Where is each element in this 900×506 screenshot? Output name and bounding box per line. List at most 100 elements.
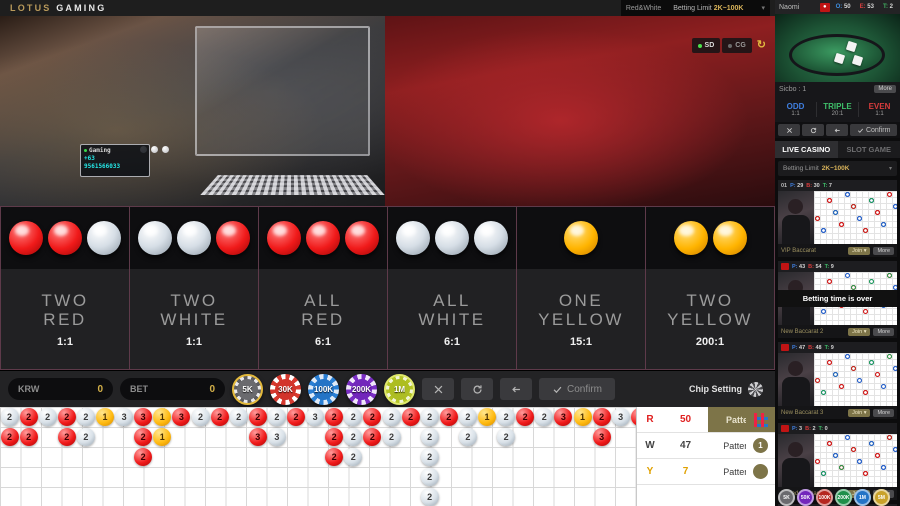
pattern-grid-icon [753, 412, 768, 427]
clear-bet-button[interactable] [422, 378, 454, 400]
chip-setting-label: Chip Setting [689, 384, 742, 394]
table-card-header: P: 47 B: 48 T: 9 [778, 342, 897, 353]
chip-100k[interactable]: 100K [308, 373, 339, 405]
live-table-card[interactable]: P: 47 B: 48 T: 9 New Baccarat 3 Join ▾ More [778, 342, 897, 419]
bead-white: 2 [458, 428, 477, 446]
stat-row-y: Y7 [637, 459, 708, 485]
chip-value-label: 1M [389, 378, 410, 400]
tab-live-casino[interactable]: LIVE CASINO [775, 141, 838, 158]
undo-bet-button[interactable] [500, 378, 532, 400]
sicbo-odds-row: ODD 1:1 TRIPLE 20:1 EVEN 1:1 [775, 96, 900, 122]
chip-5k[interactable]: 5K [232, 373, 263, 405]
bead-yellow: 1 [573, 408, 592, 426]
bet-name: ALL WHITE [418, 290, 486, 329]
sicbo-bet-even[interactable]: EVEN 1:1 [859, 102, 900, 117]
road-dot [820, 389, 826, 395]
bead-red: 2 [57, 408, 76, 426]
side-repeat-button[interactable] [802, 124, 825, 136]
bet-label-block: ALL RED 6:1 [259, 269, 387, 369]
road-dot [850, 203, 856, 209]
sidebar-betting-limit-select[interactable]: Betting Limit 2K~100K ▾ [778, 161, 897, 176]
road-dot [844, 353, 850, 359]
bet-option-two-yellow[interactable]: TWO YELLOW 200:1 [646, 207, 774, 369]
live-indicator-icon [781, 344, 789, 351]
table-more-button[interactable]: More [873, 246, 894, 255]
chip-toolbar: KRW 0 BET 0 5K 30K 100K 200K 1M Confirm Chip… [0, 371, 775, 407]
quality-cg-button[interactable]: CG [722, 38, 752, 53]
bead-road[interactable]: 2222222221332211322223232322222222222222… [0, 407, 649, 506]
bead-white: 2 [382, 428, 401, 446]
betting-closed-message: Betting time is over [778, 290, 897, 307]
overlay-title: Gaming [89, 147, 111, 154]
sidebar-chip-5k[interactable]: 5K [778, 489, 795, 506]
yellow-ball-icon [712, 221, 747, 255]
bet-option-two-red[interactable]: TWO RED 1:1 [1, 207, 130, 369]
sidebar-chip-5m[interactable]: 5M [873, 489, 890, 506]
table-more-button[interactable]: More [873, 327, 894, 336]
dealer-stat-o: O: 50 [835, 3, 851, 10]
join-table-button[interactable]: Join ▾ [848, 246, 871, 255]
road-dot [844, 191, 850, 197]
betting-limit-label: Betting Limit 2K~100K [673, 4, 744, 12]
dealer-thumbnail [778, 434, 814, 487]
live-video-stream[interactable]: Gaming +63 9561566033 SD CG ↻ [0, 16, 775, 206]
road-dot [820, 308, 826, 314]
join-table-button[interactable]: Join ▾ [848, 327, 871, 336]
sicbo-table-preview[interactable] [775, 14, 900, 82]
live-table-card[interactable]: P: 43 B: 54 T: 9 Betting time is over New Ba… [778, 261, 897, 338]
table-more-button[interactable]: More [873, 408, 894, 417]
sidebar-chip-200k[interactable]: 200K [835, 489, 852, 506]
chip-value-label: 200K [351, 378, 372, 400]
sidebar-chip-50k[interactable]: 50K [797, 489, 814, 506]
betting-limit-selector[interactable]: Red&White Betting Limit 2K~100K ▾ [620, 0, 770, 16]
chip-30k[interactable]: 30K [270, 373, 301, 405]
stream-refresh-icon[interactable]: ↻ [754, 40, 769, 51]
bead-red: 2 [287, 408, 305, 426]
refresh-icon [810, 127, 816, 133]
result-stats: R 50 W 47 Y 7 [636, 407, 708, 506]
stat-row-w: W 47 [637, 433, 708, 459]
sidebar-chip-1m[interactable]: 1M [854, 489, 871, 506]
pattern-mark-3 [746, 459, 775, 485]
tab-slot-game[interactable]: SLOT GAME [837, 141, 900, 158]
bead-white: 2 [420, 408, 439, 426]
side-more-button[interactable]: More [874, 85, 896, 93]
bet-option-all-red[interactable]: ALL RED 6:1 [259, 207, 388, 369]
side-game-label-row: Sicbo : 1 More [775, 82, 900, 96]
bead-red: 2 [19, 428, 38, 446]
bead-red: 3 [248, 428, 267, 446]
table-name: New Baccarat 2 [781, 328, 824, 335]
sidebar-limit-label: Betting Limit [783, 165, 819, 172]
undo-arrow-icon [511, 386, 520, 392]
road-dot [880, 383, 886, 389]
side-confirm-button[interactable]: Confirm [850, 124, 897, 136]
bet-balls [388, 207, 516, 269]
bead-yellow: 1 [478, 408, 496, 426]
road-dot [886, 353, 892, 359]
quality-sd-button[interactable]: SD [691, 38, 721, 53]
bet-option-all-white[interactable]: ALL WHITE 6:1 [388, 207, 517, 369]
red-ball-icon [306, 221, 340, 255]
close-icon [786, 127, 792, 133]
join-table-button[interactable]: Join ▾ [848, 408, 871, 417]
sidebar-chip-100k[interactable]: 100K [816, 489, 833, 506]
road-dot [892, 284, 897, 290]
sicbo-bet-odd[interactable]: ODD 1:1 [775, 101, 817, 117]
repeat-bet-button[interactable] [461, 378, 493, 400]
chip-1m[interactable]: 1M [384, 373, 415, 405]
confirm-bet-button[interactable]: Confirm [539, 378, 615, 400]
chip-setting-button[interactable]: Chip Setting [689, 381, 767, 397]
bead-white: 2 [420, 428, 439, 446]
bet-label-block: TWO RED 1:1 [1, 269, 129, 369]
table-name: New Baccarat 3 [781, 409, 824, 416]
live-table-card[interactable]: 01 P: 29 B: 30 T: 7 VIP Baccarat Join ▾ More [778, 180, 897, 257]
chip-200k[interactable]: 200K [346, 373, 377, 405]
sicbo-bet-triple[interactable]: TRIPLE 20:1 [817, 101, 859, 117]
table-card-body [778, 191, 897, 244]
bet-option-one-yellow[interactable]: ONE YELLOW 15:1 [517, 207, 646, 369]
dealer-stat-counters: ● O: 50 E: 53 T: 2 [819, 2, 896, 12]
side-clear-button[interactable] [778, 124, 801, 136]
side-confirm-label: Confirm [865, 126, 891, 134]
side-undo-button[interactable] [826, 124, 849, 136]
bet-option-two-white[interactable]: TWO WHITE 1:1 [130, 207, 259, 369]
